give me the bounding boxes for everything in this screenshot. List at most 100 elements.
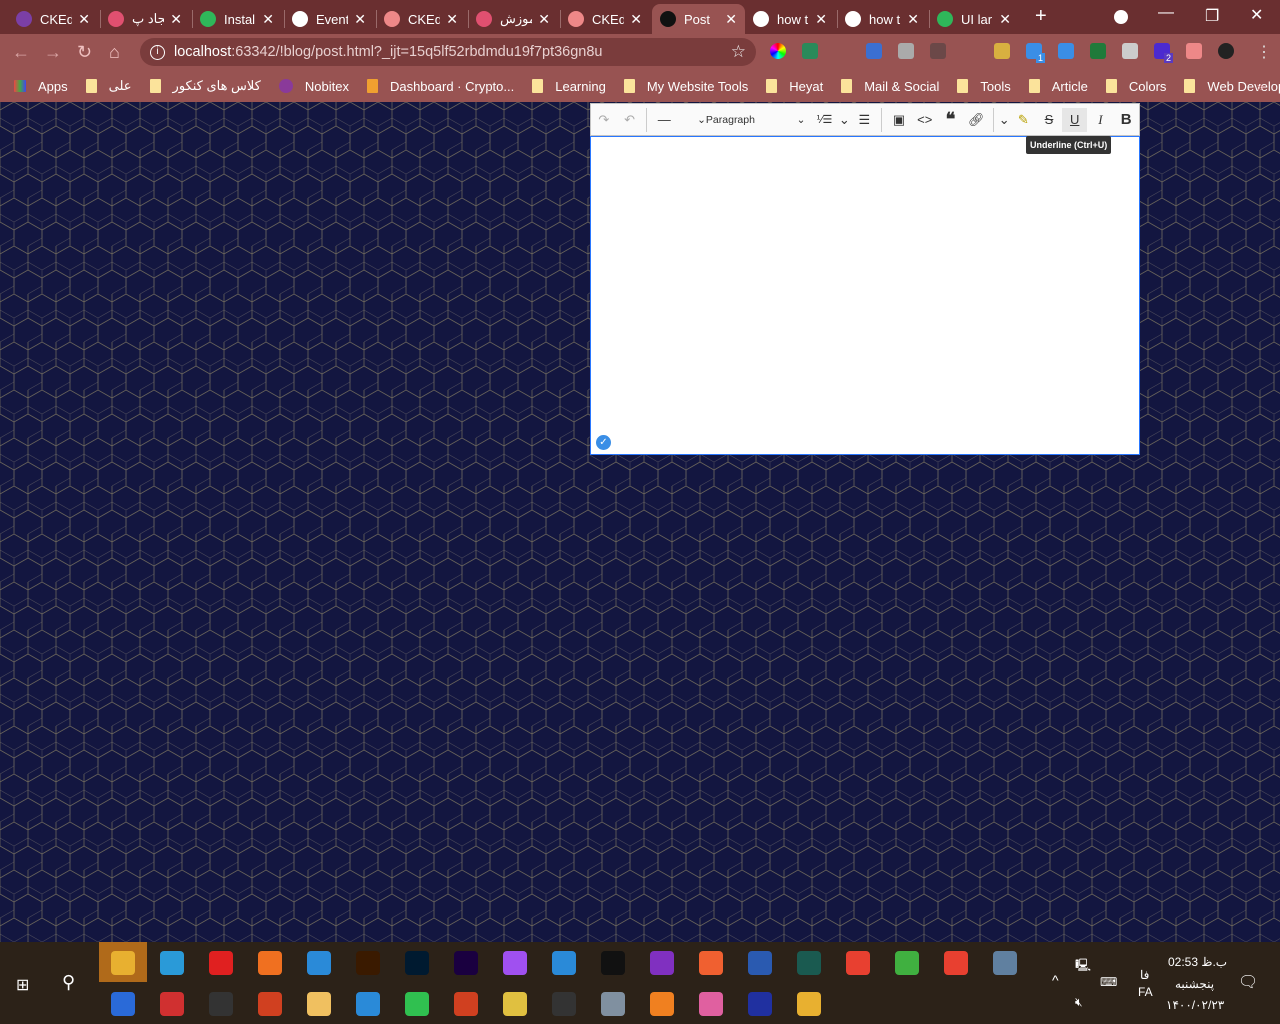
close-tab-icon[interactable]: ✕ [78,11,90,28]
address-bar[interactable]: i localhost:63342/!blog/post.html?_ijt=1… [140,38,756,66]
excel-icon[interactable] [1090,43,1106,59]
font-identifier-icon[interactable] [834,43,850,59]
bookmark-item[interactable]: Mail & Social [841,79,939,94]
block-quote-button[interactable]: ❝ [938,108,963,132]
opera-icon[interactable] [209,951,233,975]
whatsapp-icon[interactable] [405,992,429,1016]
windows-start-icon[interactable]: ⊞ [16,975,29,995]
filmora-icon[interactable] [797,951,821,975]
tab[interactable]: Instal ✕ [192,4,282,34]
close-window-icon[interactable]: ✕ [1250,5,1263,25]
traffic-light-icon[interactable] [552,992,576,1016]
bookmark-item[interactable]: Apps [14,79,68,94]
camtasia-rec-icon[interactable] [944,951,968,975]
after-effects-icon[interactable] [454,951,478,975]
screenshot-icon[interactable] [898,43,914,59]
network-tool-icon[interactable] [993,951,1017,975]
star-icon[interactable]: ☆ [731,42,746,62]
bookmark-item[interactable]: Article [1028,79,1088,94]
firefox-icon[interactable] [258,951,282,975]
ie-icon[interactable] [307,951,331,975]
notifications-icon[interactable]: 🗨︎ [1238,972,1258,992]
clock-day[interactable]: پنجشنبه [1175,977,1214,991]
highlight-dropdown[interactable]: ⌄ [999,108,1010,132]
close-tab-icon[interactable]: ✕ [815,11,827,28]
restore-icon[interactable]: ❐ [1205,6,1219,26]
illustrator-icon[interactable] [356,951,380,975]
bookmark-item[interactable]: Learning [532,79,606,94]
bookmark-item[interactable]: علی [85,78,132,94]
minimize-icon[interactable]: — [1158,4,1174,22]
file-explorer-icon[interactable] [797,992,821,1016]
close-tab-icon[interactable]: ✕ [170,11,182,28]
avatar[interactable] [1218,43,1234,59]
keyboard-icon[interactable]: ⌨ [1100,975,1117,989]
monitor-icon[interactable] [748,992,772,1016]
phpstorm-icon[interactable] [650,951,674,975]
bold-button[interactable]: B [1114,108,1139,132]
search-icon[interactable]: ⚲ [62,972,75,993]
bookmark-item[interactable]: Tools [957,79,1011,94]
bookmark-item[interactable]: Heyat [766,79,823,94]
app-s-icon[interactable] [846,951,870,975]
undo-button[interactable]: ↶ [617,108,642,132]
tab[interactable]: how t ✕ [745,4,835,34]
webstorm-icon[interactable] [601,951,625,975]
bookmark-item[interactable]: Web Develope [1184,79,1280,94]
bookmark-item[interactable]: Colors [1105,79,1166,94]
forward-icon[interactable]: → [44,42,62,63]
tab[interactable]: how t ✕ [837,4,927,34]
app-icon[interactable] [356,992,380,1016]
edge-icon[interactable] [160,951,184,975]
tab[interactable]: UI lar ✕ [929,4,1019,34]
show-hidden-icons[interactable]: ^ [1052,972,1059,988]
numbered-list-button[interactable]: ⅟☰ [812,108,837,132]
clock-time[interactable]: 02:53 ب.ظ [1168,955,1227,969]
app-icon[interactable] [454,992,478,1016]
close-tab-icon[interactable]: ✕ [725,11,737,28]
tab[interactable]: CKEd ✕ [376,4,466,34]
highlight-button[interactable]: ✎ [1011,108,1036,132]
home-icon[interactable]: ⌂ [109,42,120,63]
app-icon[interactable] [258,992,282,1016]
paint-icon[interactable] [307,992,331,1016]
app-icon[interactable] [503,992,527,1016]
info-icon[interactable]: i [150,44,165,60]
close-tab-icon[interactable]: ✕ [262,11,274,28]
close-tab-icon[interactable]: ✕ [446,11,458,28]
vscode-icon[interactable] [552,951,576,975]
bookmark-item[interactable]: کلاس های کنکور [149,78,261,94]
volume-muted-icon[interactable]: 🔇︎ [1075,995,1083,1010]
reload-icon[interactable]: ↻ [77,42,92,63]
code-button[interactable]: <> [912,108,937,132]
numbered-list-dropdown[interactable]: ⌄ [838,108,851,132]
camtasia-icon[interactable] [895,951,919,975]
xampp-icon[interactable] [699,951,723,975]
crosshair-icon[interactable] [962,43,978,59]
photoshop-icon[interactable] [405,951,429,975]
menu-icon[interactable]: ⋮ [1256,42,1272,62]
back-icon[interactable]: ← [12,42,30,63]
paint-brush-icon[interactable] [601,992,625,1016]
clock-date[interactable]: ۱۴۰۰/۰۲/۲۳ [1166,998,1224,1012]
strikethrough-button[interactable]: S [1037,108,1062,132]
close-tab-icon[interactable]: ✕ [354,11,366,28]
tab[interactable]: CKEd ✕ [8,4,98,34]
tab[interactable]: Event ✕ [284,4,374,34]
figma-icon[interactable] [503,951,527,975]
screen-recorder-icon[interactable] [1058,43,1074,59]
bulleted-list-button[interactable]: ☰ [852,108,877,132]
image-button[interactable]: ▣ [887,108,912,132]
puzzle-icon[interactable] [1186,43,1202,59]
app-icon[interactable] [209,992,233,1016]
tab[interactable]: Post ✕ [652,4,745,34]
close-tab-icon[interactable]: ✕ [630,11,642,28]
bookmark-item[interactable]: Dashboard · Crypto... [366,79,514,94]
tab[interactable]: CKEd ✕ [560,4,650,34]
close-tab-icon[interactable]: ✕ [538,11,550,28]
tab[interactable]: ایجاد پ ✕ [100,4,190,34]
chrome-icon[interactable] [111,951,135,975]
close-tab-icon[interactable]: ✕ [907,11,919,28]
pdf-icon[interactable] [1122,43,1138,59]
italic-button[interactable]: I [1088,108,1113,132]
